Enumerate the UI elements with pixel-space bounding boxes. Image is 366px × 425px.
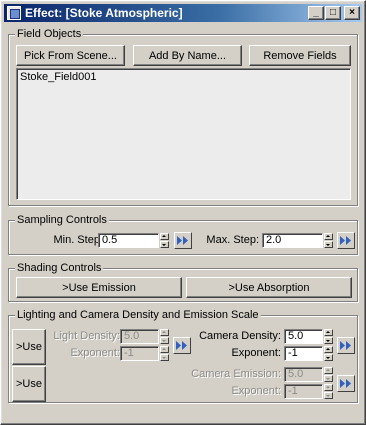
camera-exponent-input[interactable]: -1 bbox=[284, 346, 323, 361]
minimize-button[interactable]: _ bbox=[308, 6, 324, 20]
app-icon bbox=[7, 6, 21, 20]
emission-fast-forward-icon[interactable] bbox=[337, 375, 355, 392]
min-step-spinner[interactable] bbox=[160, 233, 169, 248]
light-fast-forward-icon[interactable] bbox=[173, 337, 191, 354]
camera-exponent-spinner[interactable] bbox=[324, 346, 333, 361]
sampling-controls-legend: Sampling Controls bbox=[15, 214, 109, 226]
lighting-camera-legend: Lighting and Camera Density and Emission… bbox=[15, 309, 261, 321]
max-step-label: Max. Step: bbox=[206, 234, 259, 246]
list-item[interactable]: Stoke_Field001 bbox=[20, 71, 347, 83]
camera-density-spinner[interactable] bbox=[324, 329, 333, 344]
max-step-spinner[interactable] bbox=[324, 233, 333, 248]
field-objects-list[interactable]: Stoke_Field001 bbox=[16, 68, 351, 200]
remove-fields-button[interactable]: Remove Fields bbox=[249, 45, 351, 66]
field-objects-group: Field Objects Pick From Scene... Add By … bbox=[8, 28, 358, 206]
effect-window: Effect: [Stoke Atmospheric] _ □ × Field … bbox=[0, 0, 366, 425]
close-button[interactable]: × bbox=[344, 6, 360, 20]
light-density-label: Light Density: bbox=[53, 330, 120, 342]
light-exponent-input[interactable]: -1 bbox=[120, 346, 159, 361]
min-step-fast-forward-icon[interactable] bbox=[174, 232, 192, 249]
camera-fast-forward-icon[interactable] bbox=[337, 337, 355, 354]
max-step-input[interactable]: 2.0 bbox=[262, 233, 323, 248]
camera-exponent-label: Exponent: bbox=[231, 347, 281, 359]
sampling-controls-group: Sampling Controls Min. Step: 0.5 Max. St… bbox=[8, 214, 358, 255]
pick-from-scene-button[interactable]: Pick From Scene... bbox=[16, 45, 125, 66]
light-density-spinner[interactable] bbox=[160, 329, 169, 344]
camera-emission-label: Camera Emission: bbox=[191, 368, 281, 380]
title-bar[interactable]: Effect: [Stoke Atmospheric] _ □ × bbox=[4, 4, 362, 22]
lighting-camera-group: Lighting and Camera Density and Emission… bbox=[8, 309, 358, 403]
camera-density-label: Camera Density: bbox=[199, 330, 281, 342]
light-exponent-label: Exponent: bbox=[70, 347, 120, 359]
emission-exponent-spinner[interactable] bbox=[324, 384, 333, 399]
emission-exponent-label: Exponent: bbox=[231, 385, 281, 397]
min-step-input[interactable]: 0.5 bbox=[98, 233, 159, 248]
camera-density-input[interactable]: 5.0 bbox=[284, 329, 323, 344]
window-title: Effect: [Stoke Atmospheric] bbox=[25, 6, 183, 20]
camera-emission-spinner[interactable] bbox=[324, 367, 333, 382]
use-emission-button[interactable]: >Use Emission bbox=[16, 277, 182, 298]
use-light-density-button[interactable]: >Use bbox=[12, 329, 46, 365]
use-camera-emission-button[interactable]: >Use bbox=[12, 366, 46, 402]
emission-exponent-input[interactable]: -1 bbox=[284, 384, 323, 399]
use-absorption-button[interactable]: >Use Absorption bbox=[186, 277, 352, 298]
field-objects-legend: Field Objects bbox=[15, 28, 84, 40]
shading-controls-legend: Shading Controls bbox=[15, 262, 104, 274]
camera-emission-input[interactable]: 5.0 bbox=[284, 367, 323, 382]
min-step-label: Min. Step: bbox=[53, 234, 103, 246]
maximize-button[interactable]: □ bbox=[325, 6, 341, 20]
add-by-name-button[interactable]: Add By Name... bbox=[133, 45, 242, 66]
shading-controls-group: Shading Controls >Use Emission >Use Abso… bbox=[8, 262, 358, 302]
max-step-fast-forward-icon[interactable] bbox=[337, 232, 355, 249]
light-exponent-spinner[interactable] bbox=[160, 346, 169, 361]
light-density-input[interactable]: 5.0 bbox=[120, 329, 159, 344]
